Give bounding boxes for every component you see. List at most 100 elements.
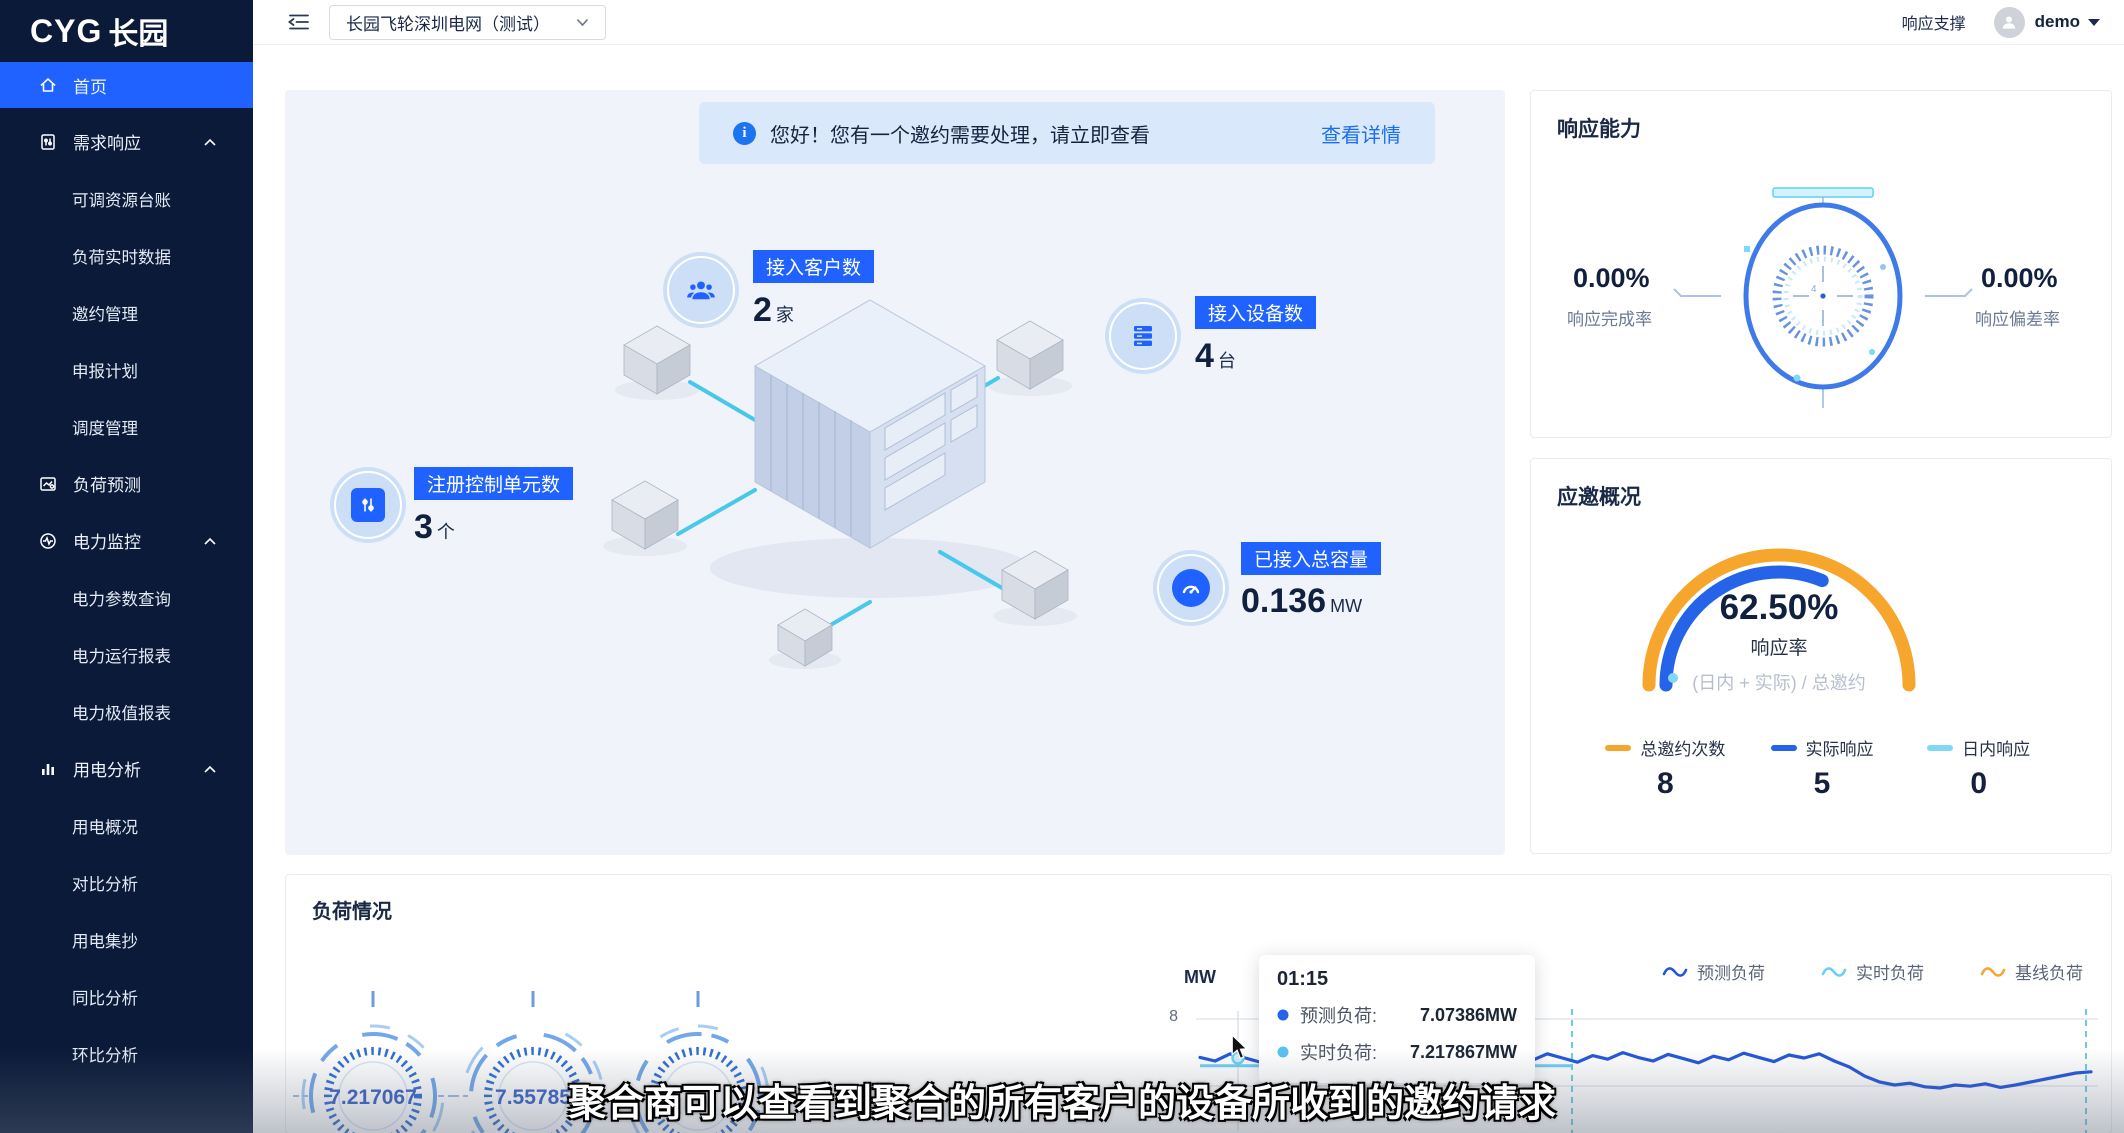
sidebar-item-label: 申报计划 <box>72 358 138 382</box>
legend-intraday-response[interactable]: 日内响应 <box>1900 735 2057 760</box>
sidebar-group-electricity-analysis[interactable]: 用电分析 <box>0 740 253 797</box>
legend-dash-icon <box>1927 744 1953 752</box>
actual-response-count: 5 <box>1744 767 1901 801</box>
sidebar-item-yoy-analysis[interactable]: 同比分析 <box>0 968 253 1025</box>
stat-value: 2 <box>753 291 772 329</box>
load-forecast-icon <box>38 474 58 494</box>
sidebar-item-label: 对比分析 <box>72 871 138 895</box>
deviation-rate-value: 0.00% <box>1981 263 2058 294</box>
sidebar: CYG 长园 首页 需求响应 可调资源台账 负荷实时数据 邀约管理 申报计划 调… <box>0 0 253 1133</box>
sidebar-item-dispatch-management[interactable]: 调度管理 <box>0 398 253 455</box>
tooltip-row: 实时负荷: 7.217867MW <box>1277 1039 1517 1065</box>
dial-value: 7.55785 <box>495 1086 571 1109</box>
sidebar-item-meter-reading[interactable]: 用电集抄 <box>0 911 253 968</box>
org-selector-value: 长园飞轮深圳电网（测试） <box>346 10 550 35</box>
sidebar-item-label: 电力极值报表 <box>72 700 171 724</box>
sidebar-item-label: 电力参数查询 <box>72 586 171 610</box>
sidebar-item-power-operation-report[interactable]: 电力运行报表 <box>0 626 253 683</box>
brand-logo-cn: 长园 <box>108 9 168 53</box>
sidebar-item-adjustable-resource-ledger[interactable]: 可调资源台账 <box>0 170 253 227</box>
sidebar-item-mom-analysis[interactable]: 环比分析 <box>0 1025 253 1082</box>
completion-rate-label: 响应完成率 <box>1567 305 1652 330</box>
video-subtitle: 聚合商可以查看到聚合的所有客户的设备所收到的邀约请求 <box>568 1072 1556 1127</box>
username-label[interactable]: demo <box>2035 12 2080 32</box>
mouse-cursor-icon <box>1228 1035 1252 1066</box>
intraday-response-dot <box>1668 673 1678 683</box>
overview-card: i 您好！您有一个邀约需要处理，请立即查看 查看详情 接入客户数 2家 <box>285 90 1505 855</box>
tooltip-value: 7.07386MW <box>1420 1005 1517 1026</box>
user-avatar[interactable] <box>1994 7 2025 38</box>
legend-label: 总邀约次数 <box>1640 735 1725 760</box>
control-units-icon <box>330 467 406 543</box>
response-rate-gauge: 62.50% 响应率 (日内 + 实际) / 总邀约 <box>1591 517 1991 717</box>
response-support-link[interactable]: 响应支撑 <box>1902 10 1966 34</box>
legend-label: 日内响应 <box>1962 735 2030 760</box>
stat-label-chip: 已接入总容量 <box>1241 542 1381 575</box>
stat-unit: 台 <box>1218 351 1236 371</box>
sidebar-group-power-monitoring[interactable]: 电力监控 <box>0 512 253 569</box>
demand-response-icon <box>38 132 58 152</box>
banner-message: 您好！您有一个邀约需要处理，请立即查看 <box>770 119 1150 148</box>
load-dial-1: 7.217067 <box>288 981 458 1133</box>
response-capability-card: 响应能力 4 0.00% 响应完成率 0.00% 响应 <box>1530 90 2112 438</box>
sidebar-item-label: 调度管理 <box>72 415 138 439</box>
devices-icon <box>1105 298 1181 374</box>
home-icon <box>38 75 58 95</box>
invitation-legend: 总邀约次数 实际响应 日内响应 <box>1587 735 2057 760</box>
sidebar-item-power-extreme-report[interactable]: 电力极值报表 <box>0 683 253 740</box>
dial-value: 7.217067 <box>329 1086 417 1109</box>
sidebar-item-label: 负荷预测 <box>73 471 141 496</box>
legend-total-invitations[interactable]: 总邀约次数 <box>1587 735 1744 760</box>
wave-icon <box>1980 964 2006 980</box>
sidebar-item-label: 电力监控 <box>73 528 141 553</box>
notification-banner: i 您好！您有一个邀约需要处理，请立即查看 查看详情 <box>699 102 1435 164</box>
chevron-up-icon <box>203 137 217 147</box>
org-selector-dropdown[interactable]: 长园飞轮深圳电网（测试） <box>329 5 606 40</box>
stat-capacity: 已接入总容量 0.136MW <box>1153 550 1229 626</box>
sidebar-item-label: 电力运行报表 <box>72 643 171 667</box>
sidebar-group-demand-response[interactable]: 需求响应 <box>0 113 253 170</box>
sidebar-item-electricity-overview[interactable]: 用电概况 <box>0 797 253 854</box>
invitation-legend-values: 8 5 0 <box>1587 767 2057 801</box>
sidebar-item-home[interactable]: 首页 <box>0 62 253 108</box>
sidebar-item-declaration-plan[interactable]: 申报计划 <box>0 341 253 398</box>
series-dot-icon <box>1277 1046 1289 1058</box>
sidebar-item-label: 需求响应 <box>73 129 141 154</box>
stat-label-chip: 接入设备数 <box>1195 296 1316 329</box>
legend-dash-icon <box>1771 744 1797 752</box>
intraday-response-count: 0 <box>1900 767 2057 801</box>
sidebar-item-label: 可调资源台账 <box>72 187 171 211</box>
sidebar-item-power-parameter-query[interactable]: 电力参数查询 <box>0 569 253 626</box>
tooltip-label: 实时负荷: <box>1300 1039 1377 1065</box>
stat-value: 0.136 <box>1241 582 1326 620</box>
chevron-down-icon <box>576 18 589 27</box>
brand-logo: CYG 长园 <box>0 0 253 62</box>
response-rate-formula: (日内 + 实际) / 总邀约 <box>1692 673 1866 693</box>
view-details-link[interactable]: 查看详情 <box>1321 119 1401 148</box>
response-rate-label: 响应率 <box>1750 637 1807 659</box>
sidebar-item-label: 负荷实时数据 <box>72 244 171 268</box>
stat-value: 4 <box>1195 337 1214 375</box>
total-invitations-count: 8 <box>1587 767 1744 801</box>
legend-actual-response[interactable]: 实际响应 <box>1744 735 1901 760</box>
svg-text:4: 4 <box>1811 284 1817 295</box>
info-icon: i <box>733 122 756 145</box>
invitation-overview-card: 应邀概况 62.50% 响应率 (日内 + 实际) / 总邀约 总邀约次数 实际… <box>1530 458 2112 854</box>
series-dot-icon <box>1277 1009 1289 1021</box>
y-axis-tick: 8 <box>1154 1008 1178 1026</box>
stat-label-chip: 注册控制单元数 <box>414 467 573 500</box>
tooltip-row: 预测负荷: 7.07386MW <box>1277 1002 1517 1028</box>
sidebar-item-label: 用电分析 <box>73 756 141 781</box>
chart-tooltip: 01:15 预测负荷: 7.07386MW 实时负荷: 7.217867MW <box>1259 955 1535 1083</box>
sidebar-item-label: 邀约管理 <box>72 301 138 325</box>
tooltip-value: 7.217867MW <box>1410 1042 1517 1063</box>
sidebar-item-load-realtime-data[interactable]: 负荷实时数据 <box>0 227 253 284</box>
menu-fold-icon[interactable] <box>287 10 311 34</box>
sidebar-item-invitation-management[interactable]: 邀约管理 <box>0 284 253 341</box>
sidebar-item-load-forecast[interactable]: 负荷预测 <box>0 455 253 512</box>
card-title: 应邀概况 <box>1557 481 1641 511</box>
sidebar-item-comparison-analysis[interactable]: 对比分析 <box>0 854 253 911</box>
sidebar-item-label: 用电概况 <box>72 814 138 838</box>
user-menu-caret-icon[interactable] <box>2088 19 2100 26</box>
stat-devices: 接入设备数 4台 <box>1105 298 1181 374</box>
